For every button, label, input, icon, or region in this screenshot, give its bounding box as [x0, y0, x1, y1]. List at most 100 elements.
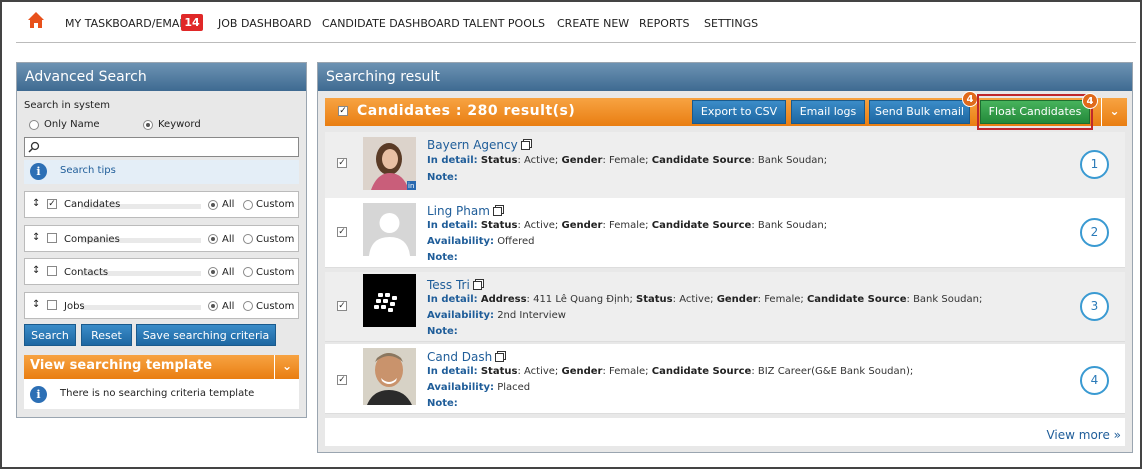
popup-icon[interactable]	[472, 281, 482, 290]
save-criteria-button[interactable]: Save searching criteria	[136, 324, 276, 346]
nav-job-dashboard[interactable]: JOB DASHBOARD	[218, 17, 311, 30]
availability-label: Availability:	[427, 310, 494, 321]
jobs-label: Jobs	[64, 301, 85, 312]
source-label: Candidate Source	[651, 155, 752, 166]
result-row: ✓ Cand Dash In detail: Status: Active; G…	[325, 344, 1125, 414]
reset-button[interactable]: Reset	[81, 324, 132, 346]
contacts-custom-label: Custom	[256, 267, 295, 278]
companies-checkbox[interactable]	[47, 233, 57, 243]
contacts-custom-radio[interactable]	[243, 267, 253, 277]
companies-custom-label: Custom	[256, 234, 295, 245]
chevron-down-icon[interactable]: ⌄	[1101, 98, 1127, 126]
result-row: ✓ Ling Pham In detail: Status: Active; G…	[325, 198, 1125, 268]
nav-settings[interactable]: SETTINGS	[704, 17, 758, 30]
search-in-system-label: Search in system	[24, 100, 110, 111]
candidate-name[interactable]: Cand Dash	[427, 350, 492, 364]
chevron-down-icon[interactable]: ⌄	[274, 355, 299, 379]
note-line: Note:	[427, 326, 458, 337]
gender-value: : Female;	[602, 366, 649, 377]
address-value: : 411 Lê Quang Định;	[526, 294, 633, 305]
availability-line: Availability: Placed	[427, 382, 530, 393]
select-all-checkbox[interactable]: ✓	[338, 106, 348, 116]
note-label: Note:	[427, 398, 458, 409]
jobs-checkbox[interactable]	[47, 300, 57, 310]
drag-handle-icon[interactable]: ↕	[32, 198, 40, 209]
candidate-name-link[interactable]: Cand Dash	[427, 350, 505, 364]
avatar[interactable]	[363, 203, 416, 256]
drag-handle-icon[interactable]: ↕	[32, 232, 40, 243]
row-number-badge: 2	[1080, 218, 1109, 247]
view-more-link[interactable]: View more »	[1046, 428, 1121, 442]
availability-line: Availability: Offered	[427, 236, 535, 247]
search-button[interactable]: Search	[24, 324, 76, 346]
search-input[interactable]	[24, 137, 299, 157]
avatar[interactable]	[363, 274, 416, 327]
candidates-all-label: All	[222, 199, 235, 210]
float-candidates-button[interactable]: Float Candidates	[980, 100, 1090, 124]
candidates-custom-radio[interactable]	[243, 200, 253, 210]
send-bulk-email-button[interactable]: Send Bulk email	[869, 100, 970, 124]
nav-create-new[interactable]: CREATE NEW	[557, 17, 629, 30]
popup-icon[interactable]	[520, 141, 530, 150]
template-empty-text: There is no searching criteria template	[60, 388, 255, 399]
contacts-all-radio[interactable]	[208, 267, 218, 277]
row-checkbox[interactable]: ✓	[337, 227, 347, 237]
row-number-badge: 3	[1080, 292, 1109, 321]
status-value: : Active;	[517, 220, 559, 231]
note-line: Note:	[427, 398, 458, 409]
drag-handle-icon[interactable]: ↕	[32, 299, 40, 310]
candidate-name-link[interactable]: Tess Tri	[427, 278, 482, 292]
status-label: Status	[636, 294, 673, 305]
group-jobs: ↕ Jobs All Custom	[24, 292, 299, 319]
source-value: : Bank Soudan;	[751, 155, 828, 166]
search-tips-link[interactable]: Search tips	[60, 165, 116, 176]
address-label: Address	[480, 294, 527, 305]
nav-reports[interactable]: REPORTS	[639, 17, 689, 30]
candidates-checkbox[interactable]: ✓	[47, 199, 57, 209]
detail-line: In detail: Status: Active; Gender: Femal…	[427, 366, 913, 377]
candidate-name-link[interactable]: Ling Pham	[427, 204, 502, 218]
availability-value: Placed	[497, 382, 531, 393]
result-row: ✓ in Bayern Agency In detail: Status: Ac…	[325, 132, 1125, 202]
nav-candidate-dashboard[interactable]: CANDIDATE DASHBOARD	[322, 17, 460, 30]
candidate-name[interactable]: Ling Pham	[427, 204, 490, 218]
keyword-radio[interactable]	[143, 120, 153, 130]
status-value: : Active;	[517, 155, 559, 166]
status-label: Status	[480, 155, 518, 166]
availability-line: Availability: 2nd Interview	[427, 310, 566, 321]
drag-handle-icon[interactable]: ↕	[32, 265, 40, 276]
candidate-name[interactable]: Tess Tri	[427, 278, 470, 292]
email-logs-button[interactable]: Email logs	[791, 100, 865, 124]
companies-all-radio[interactable]	[208, 234, 218, 244]
gender-label: Gender	[561, 220, 603, 231]
taskboard-count-badge: 14	[181, 14, 203, 31]
popup-icon[interactable]	[495, 353, 505, 362]
svg-text:in: in	[408, 182, 414, 190]
detail-label: In detail:	[427, 366, 478, 377]
contacts-checkbox[interactable]	[47, 266, 57, 276]
avatar[interactable]	[363, 348, 416, 405]
row-number-badge: 1	[1080, 150, 1109, 179]
export-csv-button[interactable]: Export to CSV	[692, 100, 786, 124]
home-icon[interactable]	[27, 11, 45, 29]
popup-icon[interactable]	[492, 207, 502, 216]
gender-label: Gender	[561, 366, 603, 377]
candidates-all-radio[interactable]	[208, 200, 218, 210]
advanced-search-title: Advanced Search	[17, 63, 306, 91]
nav-taskboard-email[interactable]: MY TASKBOARD/EMAIL	[65, 17, 189, 30]
jobs-all-radio[interactable]	[208, 301, 218, 311]
jobs-custom-radio[interactable]	[243, 301, 253, 311]
candidate-name-link[interactable]: Bayern Agency	[427, 138, 530, 152]
note-line: Note:	[427, 172, 458, 183]
result-row: ✓ Tess Tri In detail: Address: 411 Lê Qu…	[325, 272, 1125, 342]
only-name-radio[interactable]	[29, 120, 39, 130]
view-more-bar: View more »	[325, 418, 1125, 446]
row-checkbox[interactable]: ✓	[337, 158, 347, 168]
nav-talent-pools[interactable]: TALENT POOLS	[463, 17, 545, 30]
row-checkbox[interactable]: ✓	[337, 301, 347, 311]
detail-label: In detail:	[427, 294, 478, 305]
candidate-name[interactable]: Bayern Agency	[427, 138, 518, 152]
row-checkbox[interactable]: ✓	[337, 375, 347, 385]
companies-custom-radio[interactable]	[243, 234, 253, 244]
avatar[interactable]: in	[363, 137, 416, 190]
